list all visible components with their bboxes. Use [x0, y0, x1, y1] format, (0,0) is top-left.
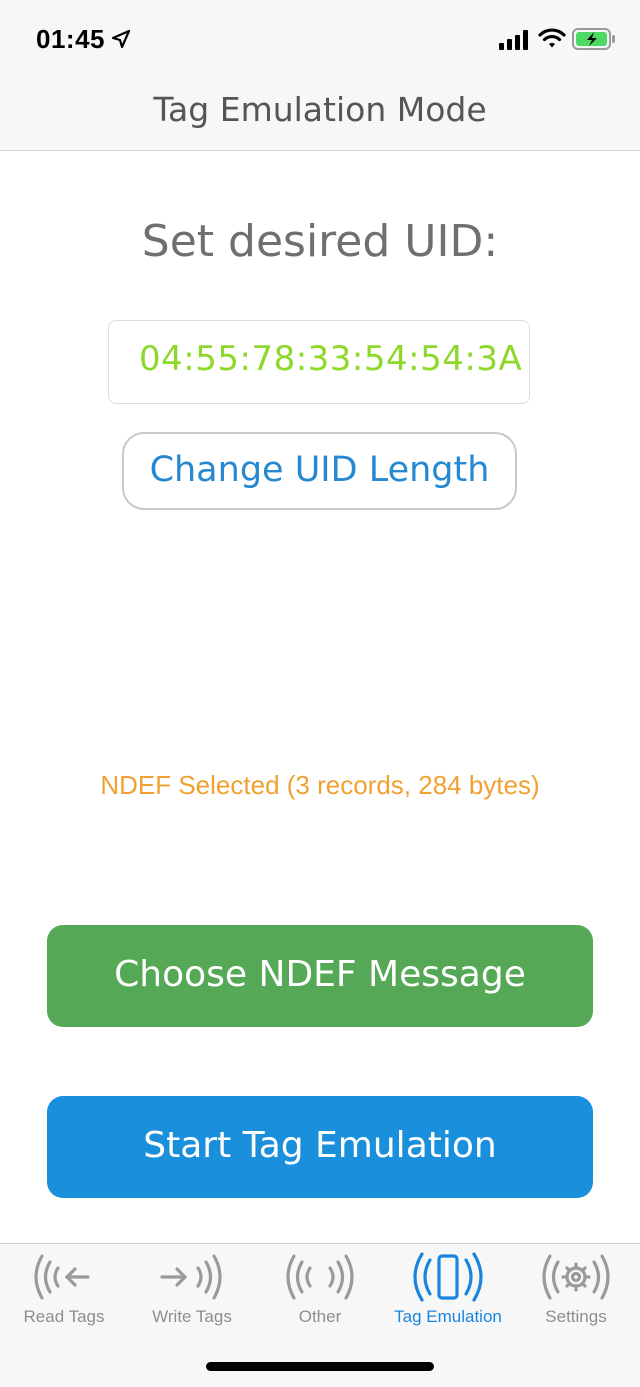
- status-time: 01:45: [36, 24, 105, 54]
- tab-write-tags[interactable]: Write Tags: [128, 1244, 256, 1344]
- read-tags-icon: [34, 1254, 90, 1300]
- cellular-signal-icon: [499, 30, 528, 50]
- home-indicator[interactable]: [206, 1362, 434, 1371]
- ndef-status-text: NDEF Selected (3 records, 284 bytes): [100, 770, 540, 800]
- tab-read-tags[interactable]: Read Tags: [0, 1244, 128, 1344]
- other-icon: [286, 1254, 354, 1300]
- wifi-icon: [538, 28, 566, 48]
- tab-settings[interactable]: Settings: [512, 1244, 640, 1344]
- tab-label: Other: [298, 1307, 342, 1326]
- tab-label: Settings: [545, 1307, 607, 1326]
- page-title: Tag Emulation Mode: [153, 90, 487, 129]
- uid-input[interactable]: 04:55:78:33:54:54:3A: [108, 320, 530, 404]
- tab-label: Tag Emulation: [394, 1307, 502, 1326]
- uid-heading: Set desired UID:: [141, 216, 499, 267]
- tab-label: Write Tags: [152, 1307, 232, 1326]
- tag-emulation-icon: [413, 1252, 483, 1302]
- change-uid-length-button[interactable]: Change UID Length: [122, 432, 517, 510]
- start-tag-emulation-button[interactable]: Start Tag Emulation: [47, 1096, 593, 1198]
- location-arrow-icon: [112, 30, 130, 48]
- tab-label: Read Tags: [23, 1307, 105, 1326]
- uid-value[interactable]: 04:55:78:33:54:54:3A: [139, 339, 522, 379]
- tab-other[interactable]: Other: [256, 1244, 384, 1344]
- status-bar: 01:45: [0, 0, 640, 80]
- choose-ndef-message-button[interactable]: Choose NDEF Message: [47, 925, 593, 1027]
- battery-charging-icon: [572, 28, 615, 50]
- navigation-bar: Tag Emulation Mode: [0, 80, 640, 151]
- tab-tag-emulation[interactable]: Tag Emulation: [384, 1244, 512, 1344]
- settings-icon: [542, 1254, 610, 1300]
- write-tags-icon: [160, 1254, 222, 1300]
